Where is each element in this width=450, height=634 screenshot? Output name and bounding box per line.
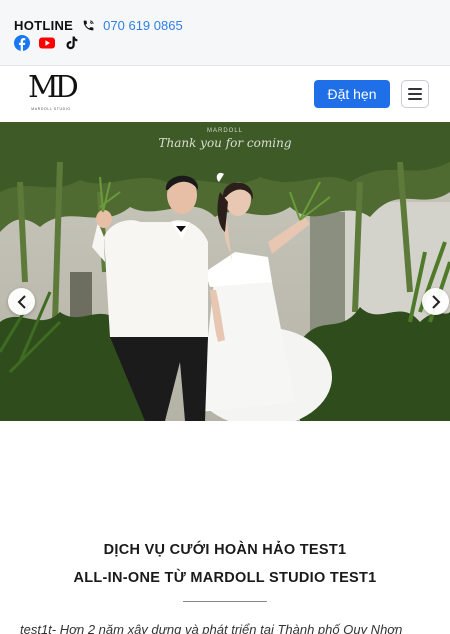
section-title-line-2: ALL-IN-ONE TỪ MARDOLL STUDIO TEST1 bbox=[73, 570, 377, 586]
section-title-line-1: DỊCH VỤ CƯỚI HOÀN HẢO TEST1 bbox=[103, 542, 347, 558]
phone-icon bbox=[82, 19, 95, 32]
chevron-left-icon bbox=[17, 294, 26, 309]
logo-subtitle: MARDOLL STUDIO bbox=[31, 107, 71, 111]
tiktok-icon[interactable] bbox=[64, 35, 80, 51]
studio-logo[interactable]: MD MARDOLL STUDIO bbox=[28, 70, 79, 119]
hamburger-menu-icon[interactable] bbox=[401, 80, 429, 108]
section-divider bbox=[183, 601, 267, 602]
hotline-label: HOTLINE bbox=[14, 17, 74, 33]
logo-mark: MD bbox=[28, 70, 79, 105]
hero-slider: MARDOLL Thank you for coming bbox=[0, 122, 450, 421]
main-navbar: MD MARDOLL STUDIO Đặt hẹn bbox=[0, 66, 450, 122]
section-intro-text: test1t- Hơn 2 năm xây dựng và phát triển… bbox=[20, 622, 403, 634]
hero-wedding-photo bbox=[0, 122, 450, 421]
top-info-bar: HOTLINE 070 619 0865 bbox=[0, 0, 450, 66]
facebook-icon[interactable] bbox=[14, 35, 30, 51]
hotline-phone-link[interactable]: 070 619 0865 bbox=[103, 18, 183, 33]
slider-prev-button[interactable] bbox=[8, 288, 35, 315]
book-appointment-button[interactable]: Đặt hẹn bbox=[314, 80, 390, 108]
hotline-row: HOTLINE 070 619 0865 bbox=[14, 16, 183, 34]
watermark-brand: MARDOLL bbox=[206, 128, 243, 134]
youtube-icon[interactable] bbox=[39, 35, 55, 51]
slider-next-button[interactable] bbox=[422, 288, 449, 315]
chevron-right-icon bbox=[431, 294, 440, 309]
watermark-text: Thank you for coming bbox=[158, 136, 292, 150]
social-links bbox=[14, 35, 89, 51]
